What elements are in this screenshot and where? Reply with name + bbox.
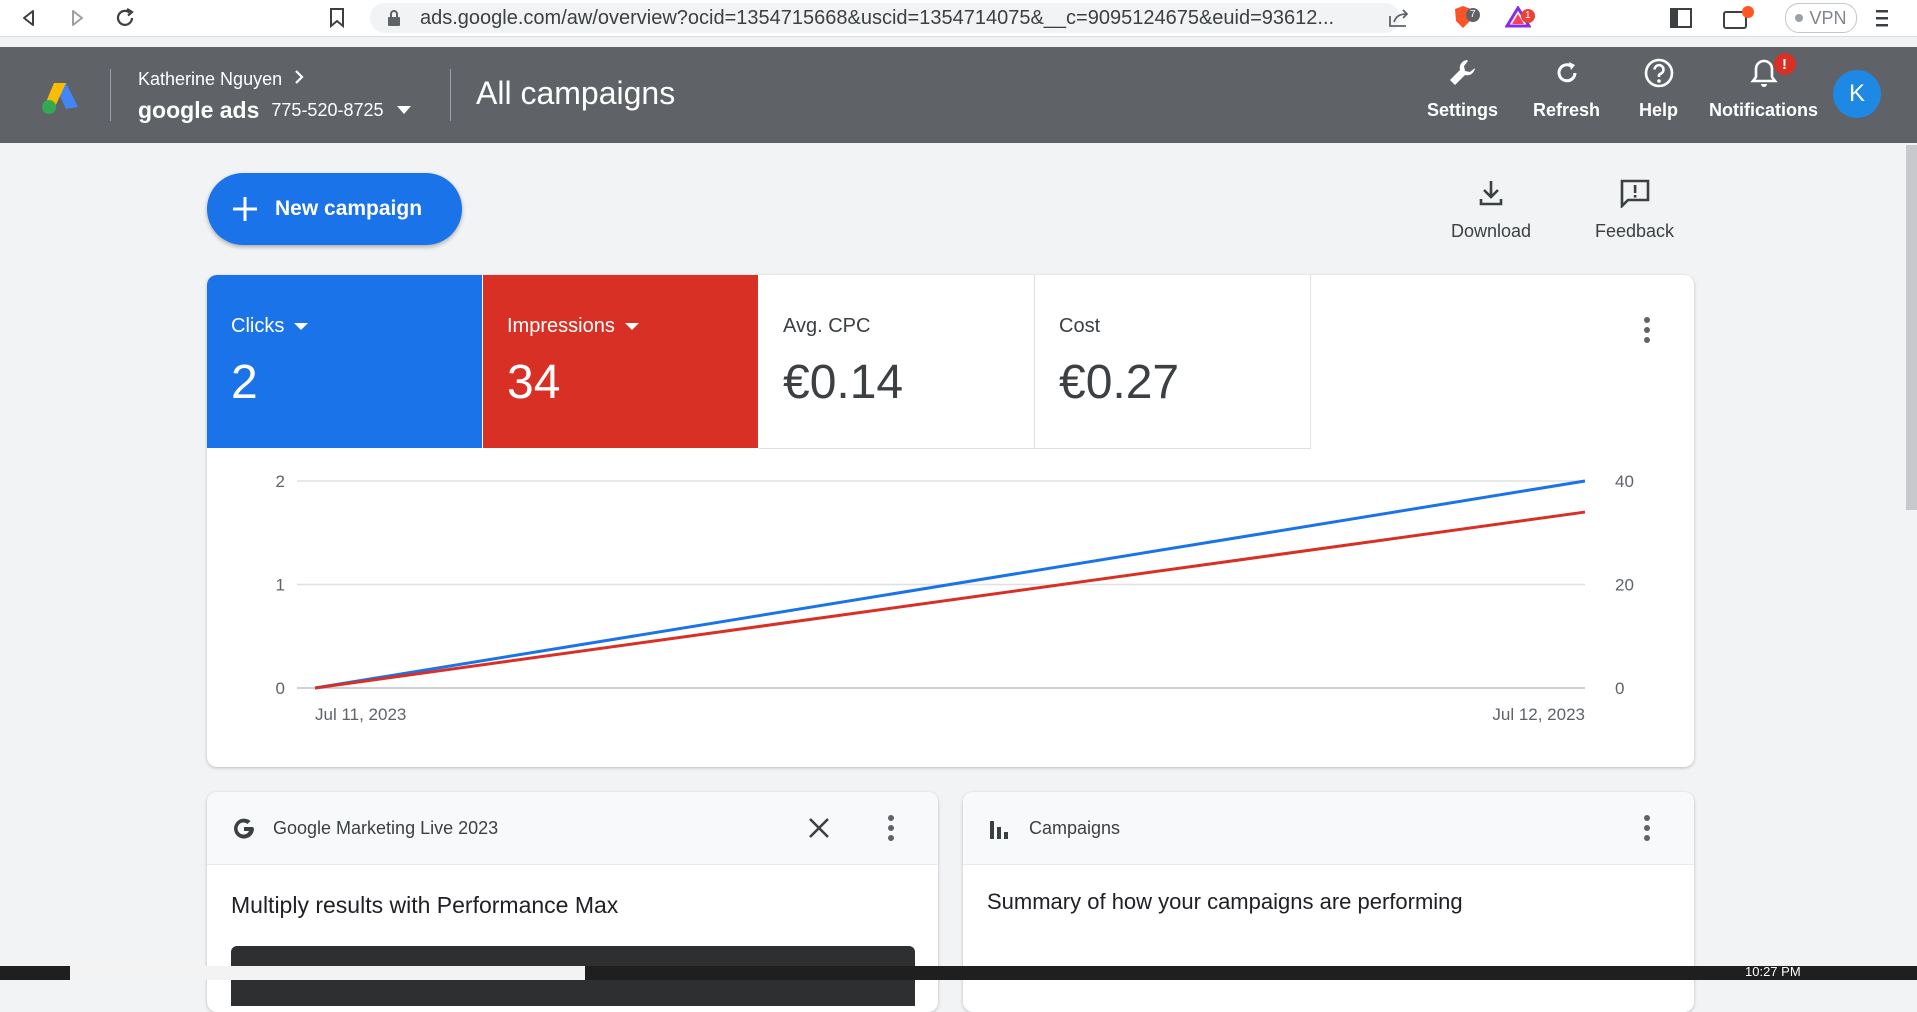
url-text: ads.google.com/aw/overview?ocid=13547156… xyxy=(420,6,1335,29)
page-title: All campaigns xyxy=(476,75,676,111)
rewards-count-badge: 1 xyxy=(1521,9,1535,23)
account-selector[interactable]: google ads 775-520-8725 xyxy=(138,97,412,124)
notifications-label: Notifications xyxy=(1709,100,1819,120)
ads-header: Katherine Nguyen google ads 775-520-8725… xyxy=(0,47,1917,143)
caret-down-icon xyxy=(396,102,412,120)
header-divider xyxy=(450,69,451,121)
card-title: Campaigns xyxy=(1029,818,1121,838)
card-headline: Multiply results with Performance Max xyxy=(231,892,619,918)
notifications-button[interactable]: ! Notifications xyxy=(1709,53,1819,121)
clicks-value: 2 xyxy=(231,356,258,409)
notification-badge: ! xyxy=(1773,53,1796,75)
os-taskbar: 10:27 PM xyxy=(0,964,1917,980)
close-icon[interactable] xyxy=(807,816,831,845)
caret-down-icon xyxy=(294,323,309,330)
refresh-button[interactable]: Refresh xyxy=(1533,57,1600,121)
wrench-icon xyxy=(1447,57,1479,94)
vpn-button[interactable]: VPN xyxy=(1785,3,1857,33)
shield-count-badge: 7 xyxy=(1466,8,1480,22)
card-description: Summary of how your campaigns are perfor… xyxy=(987,889,1463,914)
brave-shield-icon[interactable]: 7 xyxy=(1452,5,1480,29)
y-left-tick-label: 2 xyxy=(276,472,285,491)
taskbar-search-box[interactable] xyxy=(70,966,585,980)
menu-icon[interactable] xyxy=(1874,8,1890,33)
download-button[interactable]: Download xyxy=(1451,178,1531,242)
impressions-metric-tile[interactable]: Impressions 34 xyxy=(483,275,758,448)
clicks-metric-selector[interactable]: Clicks xyxy=(231,315,309,338)
help-icon xyxy=(1643,57,1675,94)
settings-label: Settings xyxy=(1427,100,1499,120)
reload-icon[interactable] xyxy=(112,5,138,31)
caret-down-icon xyxy=(624,323,639,330)
chevron-right-icon xyxy=(294,69,304,90)
refresh-label: Refresh xyxy=(1533,100,1601,120)
x-tick-label: Jul 11, 2023 xyxy=(315,705,406,724)
clicks-metric-tile[interactable]: Clicks 2 xyxy=(207,275,482,448)
browser-toolbar: ads.google.com/aw/overview?ocid=13547156… xyxy=(0,0,1917,37)
forward-icon[interactable] xyxy=(64,5,90,31)
y-left-tick-label: 0 xyxy=(276,679,285,698)
share-icon[interactable] xyxy=(1388,8,1410,33)
impressions-label: Impressions xyxy=(507,315,615,337)
performance-line-chart: 01202040Jul 11, 2023 Jul 12, 2023 xyxy=(276,472,1634,724)
account-breadcrumb[interactable]: Katherine Nguyen xyxy=(138,69,304,90)
google-g-icon xyxy=(231,816,257,847)
cost-label: Cost xyxy=(1059,315,1101,337)
account-id: 775-520-8725 xyxy=(271,100,384,120)
back-icon[interactable] xyxy=(16,5,42,31)
impressions-metric-selector[interactable]: Impressions xyxy=(507,315,639,338)
y-right-tick-label: 20 xyxy=(1615,576,1634,595)
card-header: Google Marketing Live 2023 xyxy=(207,792,938,865)
more-options-icon[interactable] xyxy=(1644,317,1650,343)
card-header: Campaigns xyxy=(963,792,1694,865)
product-name: google ads xyxy=(138,97,260,123)
impressions-value: 34 xyxy=(507,356,561,409)
header-divider xyxy=(110,69,111,121)
settings-button[interactable]: Settings xyxy=(1427,57,1498,121)
plus-icon xyxy=(229,193,261,225)
avg-cpc-metric-tile[interactable]: Avg. CPC €0.14 xyxy=(759,275,1035,449)
new-campaign-button[interactable]: New campaign xyxy=(207,173,462,245)
y-right-tick-label: 40 xyxy=(1615,472,1634,491)
bookmark-icon[interactable] xyxy=(324,5,350,31)
feedback-label: Feedback xyxy=(1595,221,1675,241)
refresh-icon xyxy=(1551,57,1583,94)
card-title: Google Marketing Live 2023 xyxy=(273,818,499,838)
sidebar-toggle-icon[interactable] xyxy=(1670,8,1692,33)
bell-icon: ! xyxy=(1748,53,1796,94)
feedback-button[interactable]: Feedback xyxy=(1595,178,1674,242)
address-bar[interactable]: ads.google.com/aw/overview?ocid=13547156… xyxy=(370,3,1409,33)
avg-cpc-value: €0.14 xyxy=(783,356,904,409)
bar-chart-icon xyxy=(989,818,1011,845)
y-left-tick-label: 1 xyxy=(276,576,285,595)
scrollbar-thumb[interactable] xyxy=(1906,145,1917,510)
google-ads-logo[interactable] xyxy=(40,79,80,115)
cost-metric-tile[interactable]: Cost €0.27 xyxy=(1035,275,1311,449)
more-options-icon[interactable] xyxy=(1644,815,1650,841)
lock-icon xyxy=(386,9,402,32)
vpn-label: VPN xyxy=(1809,7,1847,28)
taskbar-clock: 10:27 PM xyxy=(1745,964,1801,979)
clicks-label: Clicks xyxy=(231,315,285,337)
feedback-icon xyxy=(1619,178,1651,213)
help-label: Help xyxy=(1639,100,1679,120)
series-line-impressions xyxy=(314,510,1586,690)
avg-cpc-label: Avg. CPC xyxy=(783,315,871,337)
download-icon xyxy=(1477,178,1505,213)
vpn-status-icon xyxy=(1795,14,1804,22)
download-label: Download xyxy=(1451,221,1532,241)
wallet-icon[interactable] xyxy=(1722,6,1754,35)
account-name: Katherine Nguyen xyxy=(138,69,283,89)
y-right-tick-label: 0 xyxy=(1615,679,1624,698)
brave-rewards-icon[interactable]: 1 xyxy=(1504,5,1535,28)
avatar[interactable]: K xyxy=(1833,70,1881,118)
help-button[interactable]: Help xyxy=(1639,57,1678,121)
new-campaign-label: New campaign xyxy=(275,197,423,220)
more-options-icon[interactable] xyxy=(888,815,894,841)
performance-overview-card: Clicks 2 Impressions 34 Avg. CPC €0.14 C… xyxy=(207,275,1694,767)
cost-value: €0.27 xyxy=(1059,356,1180,409)
x-tick-label: Jul 12, 2023 xyxy=(1492,705,1585,724)
